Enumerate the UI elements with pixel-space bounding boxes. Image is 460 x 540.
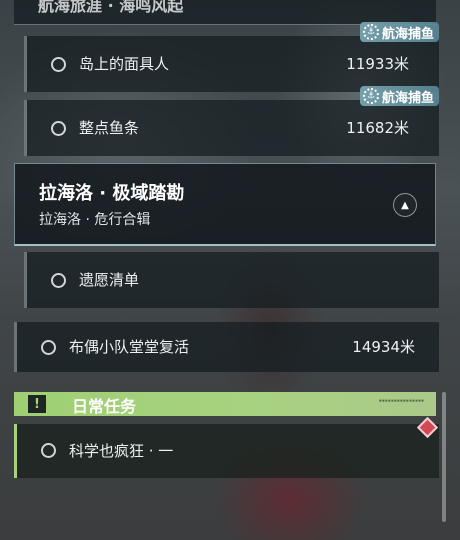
chapter-title: 拉海洛 · 极域踏勘 [39,183,185,204]
quest-status-circle-icon [51,57,66,72]
quest-tag-label: 航海捕鱼 [381,26,434,42]
quest-status-circle-icon [51,121,66,136]
quest-name: 布偶小队堂堂复活 [69,338,190,356]
sailing-gear-icon: ⚓ [362,24,379,40]
quest-status-circle-icon [41,443,56,458]
quest-tag-label: 航海捕鱼 [381,90,434,106]
daily-tasks-label: 日常任务 [72,397,137,416]
chapter-subtitle: 拉海洛 · 危行合辑 [39,212,151,228]
sailing-gear-icon: ⚓ [362,88,379,104]
decorative-pattern: ▪▪▪▪▪▪▪▪▪▪▪▪▪▪▪ [378,398,424,404]
chapter-card[interactable]: 拉海洛 · 极域踏勘 拉海洛 · 危行合辑 ▲ [14,163,436,246]
quest-name: 遗愿清单 [79,271,140,289]
quest-distance: 11933米 [346,55,409,73]
quest-tag: ⚓ 航海捕鱼 [359,86,439,106]
exclamation-icon: ! [28,395,46,413]
quest-name: 岛上的面具人 [79,55,170,73]
quest-row[interactable]: 布偶小队堂堂复活 14934米 [14,322,439,372]
quest-row[interactable]: ⚓ 航海捕鱼 岛上的面具人 11933米 [24,22,439,92]
chevron-up-icon[interactable]: ▲ [393,193,417,217]
quest-tag: ⚓ 航海捕鱼 [359,22,439,42]
quest-name: 科学也疯狂 · 一 [69,442,174,460]
quest-row[interactable]: 遗愿清单 [24,252,439,308]
quest-row[interactable]: ⚓ 航海捕鱼 整点鱼条 11682米 [24,86,439,156]
quest-name: 整点鱼条 [79,119,140,137]
quest-distance: 14934米 [352,338,415,356]
chapter-header-title: 航海旅涯 · 海鸣风起 [38,0,184,15]
scrollbar[interactable] [442,392,446,522]
quest-status-circle-icon [51,273,66,288]
quest-status-circle-icon [41,340,56,355]
daily-tasks-header[interactable]: ! 日常任务 ▪▪▪▪▪▪▪▪▪▪▪▪▪▪▪ [14,392,436,416]
quest-row[interactable]: 科学也疯狂 · 一 [14,416,439,478]
quest-distance: 11682米 [346,119,409,137]
